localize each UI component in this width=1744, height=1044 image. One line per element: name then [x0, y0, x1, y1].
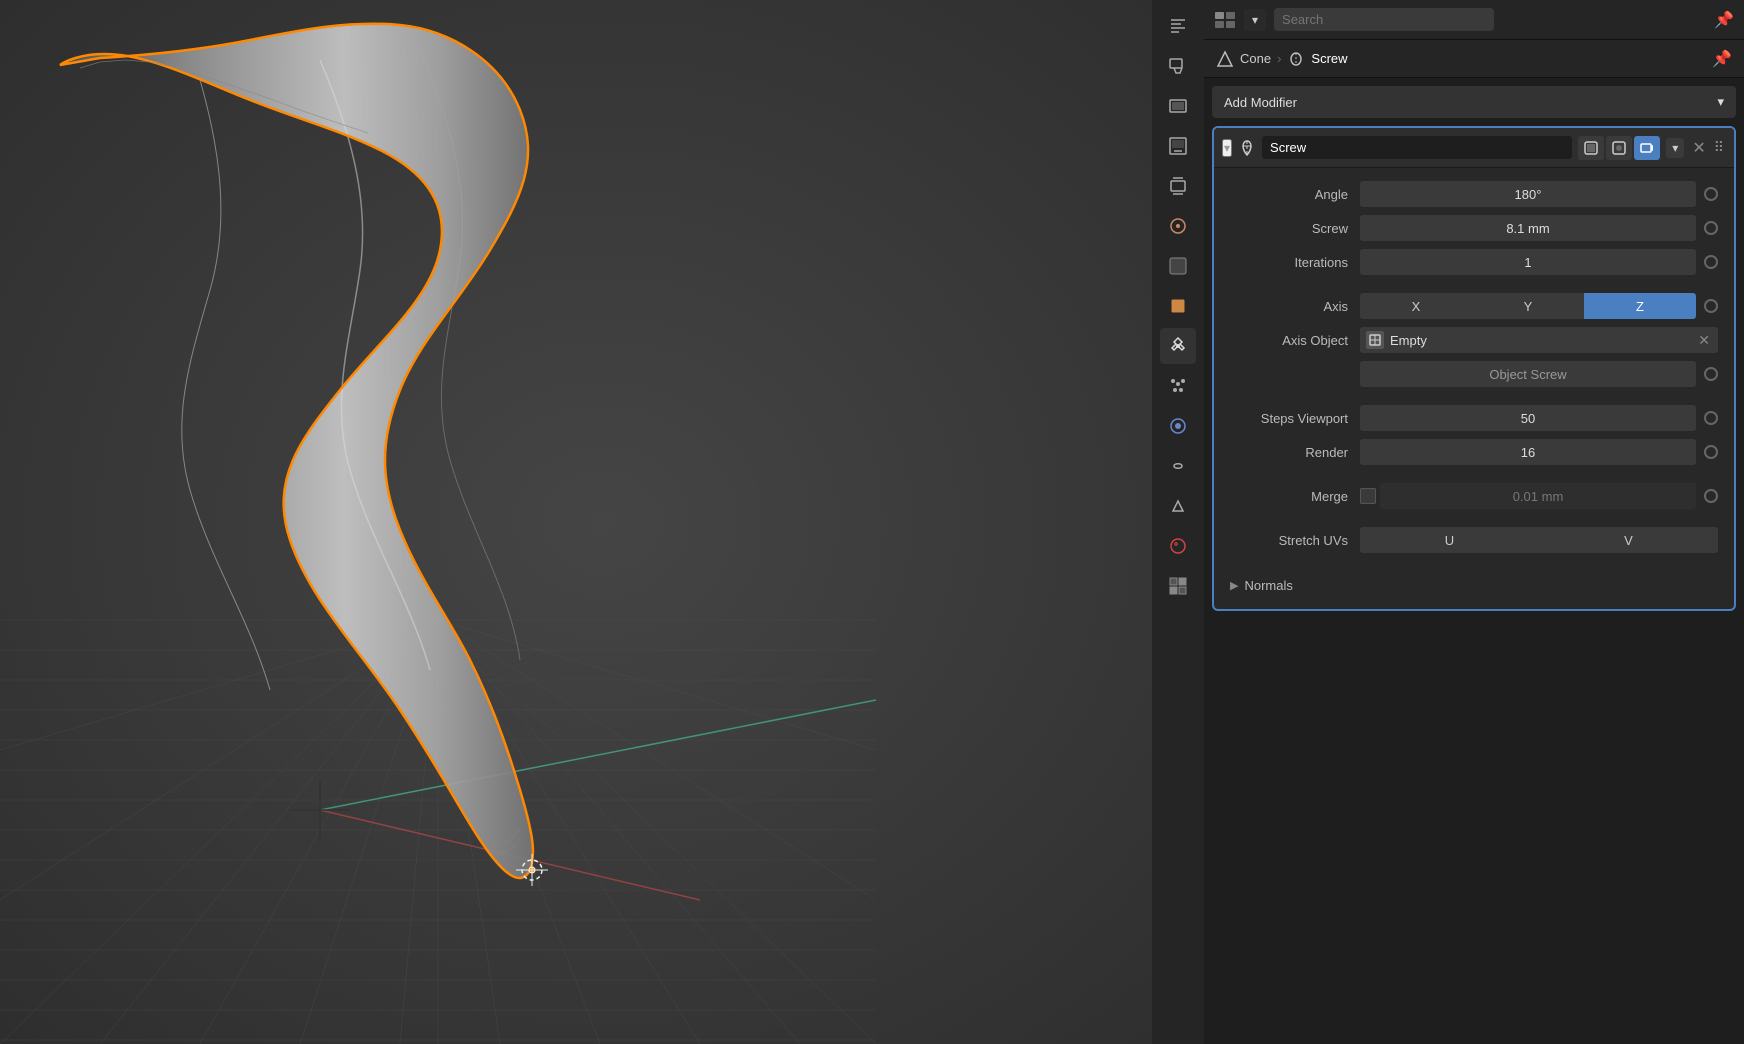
merge-dot[interactable] [1704, 489, 1718, 503]
sidebar-icon-scene-props[interactable] [1160, 208, 1196, 244]
modifier-header: ▾ ▾ [1214, 128, 1734, 168]
screw-label: Screw [1230, 221, 1360, 236]
breadcrumb: Cone › Screw 📌 [1204, 40, 1744, 78]
iterations-dot[interactable] [1704, 255, 1718, 269]
viewport[interactable] [0, 0, 1204, 1044]
stretch-uvs-label: Stretch UVs [1230, 533, 1360, 548]
axis-y-button[interactable]: Y [1472, 293, 1584, 319]
modifier-name-input[interactable] [1262, 136, 1572, 159]
stretch-uvs-row: Stretch UVs U V [1230, 526, 1718, 554]
angle-field[interactable]: 180° [1360, 181, 1696, 207]
realtime-viewport-button[interactable] [1578, 136, 1604, 160]
axis-object-icon [1366, 331, 1384, 349]
normals-section-header[interactable]: ▶ Normals [1230, 570, 1718, 597]
iterations-label: Iterations [1230, 255, 1360, 270]
normals-label: Normals [1244, 578, 1292, 593]
origin-crosshair [290, 780, 350, 840]
add-modifier-dropdown-icon: ▾ [1717, 94, 1724, 110]
render-dot[interactable] [1704, 445, 1718, 459]
render-mode-button[interactable] [1606, 136, 1632, 160]
stretch-v-button[interactable]: V [1539, 527, 1718, 553]
sidebar-icon-particles[interactable] [1160, 368, 1196, 404]
modifier-type-icon [1238, 139, 1256, 157]
merge-label: Merge [1230, 489, 1360, 504]
screw-modifier-card: ▾ ▾ [1212, 126, 1736, 611]
search-input[interactable] [1274, 8, 1494, 31]
object-screw-field[interactable]: Object Screw [1360, 361, 1696, 387]
pin-icon[interactable]: 📌 [1714, 10, 1734, 30]
normals-chevron: ▶ [1230, 579, 1238, 592]
sidebar-icon-object-data[interactable] [1160, 488, 1196, 524]
axis-object-value: Empty [1390, 333, 1690, 348]
sidebar-icon-object[interactable] [1160, 288, 1196, 324]
sidebar-icon-scene[interactable] [1160, 48, 1196, 84]
angle-label: Angle [1230, 187, 1360, 202]
screw-row: Screw 8.1 mm [1230, 214, 1718, 242]
viewport-scene [0, 0, 876, 1044]
sidebar-icon-physics[interactable] [1160, 408, 1196, 444]
axis-row: Axis X Y Z [1230, 292, 1718, 320]
steps-viewport-dot[interactable] [1704, 411, 1718, 425]
modifier-options-dropdown[interactable]: ▾ [1666, 138, 1684, 158]
modifier-view-icons [1578, 136, 1660, 160]
panel-view-icon[interactable] [1214, 11, 1236, 29]
iterations-field[interactable]: 1 [1360, 249, 1696, 275]
sidebar-icon-view-layer[interactable] [1160, 168, 1196, 204]
stretch-u-button[interactable]: U [1360, 527, 1539, 553]
cone-icon [1216, 50, 1234, 68]
axis-z-button[interactable]: Z [1584, 293, 1696, 319]
modifier-collapse-button[interactable]: ▾ [1222, 139, 1232, 157]
axis-object-field[interactable]: Empty ✕ [1360, 327, 1718, 353]
render-row: Render 16 [1230, 438, 1718, 466]
axis-object-label: Axis Object [1230, 333, 1360, 348]
axis-group: X Y Z [1360, 293, 1696, 319]
object-screw-value: Object Screw [1489, 367, 1566, 382]
view-options-dropdown[interactable]: ▾ [1244, 9, 1266, 31]
add-modifier-label: Add Modifier [1224, 95, 1297, 110]
panel-pin-icon[interactable]: 📌 [1712, 49, 1732, 69]
merge-value-field[interactable]: 0.01 mm [1380, 483, 1696, 509]
merge-checkbox[interactable] [1360, 488, 1376, 504]
render-field[interactable]: 16 [1360, 439, 1696, 465]
properties-panel: ▾ 📌 Cone › Screw 📌 Add Modifier ▾ ▾ [1204, 0, 1744, 1044]
render-label: Render [1230, 445, 1360, 460]
sidebar-icon-world[interactable] [1160, 248, 1196, 284]
object-screw-row: Object Screw [1230, 360, 1718, 388]
steps-viewport-field[interactable]: 50 [1360, 405, 1696, 431]
iterations-row: Iterations 1 [1230, 248, 1718, 276]
axis-label: Axis [1230, 299, 1360, 314]
modifier-body: Angle 180° Screw 8.1 mm Iterations [1214, 168, 1734, 609]
screw-field[interactable]: 8.1 mm [1360, 215, 1696, 241]
axis-object-clear-button[interactable]: ✕ [1696, 330, 1712, 351]
sidebar-icon-tools[interactable] [1160, 8, 1196, 44]
steps-viewport-label: Steps Viewport [1230, 411, 1360, 426]
merge-row: Merge 0.01 mm [1230, 482, 1718, 510]
camera-view-button[interactable] [1634, 136, 1660, 160]
sidebar-icon-material[interactable] [1160, 528, 1196, 564]
steps-viewport-row: Steps Viewport 50 [1230, 404, 1718, 432]
sidebar-icon-constraints[interactable] [1160, 448, 1196, 484]
axis-object-row: Axis Object Empty ✕ [1230, 326, 1718, 354]
breadcrumb-parent[interactable]: Cone [1240, 51, 1271, 66]
modifier-close-button[interactable]: ✕ [1690, 136, 1707, 160]
add-modifier-button[interactable]: Add Modifier ▾ [1212, 86, 1736, 118]
sidebar-icons [1152, 0, 1204, 1044]
sidebar-icon-output[interactable] [1160, 128, 1196, 164]
sidebar-icon-modifier[interactable] [1160, 328, 1196, 364]
modifier-drag-handle[interactable]: ⠿ [1714, 139, 1726, 156]
breadcrumb-separator: › [1277, 51, 1281, 66]
axis-dot[interactable] [1704, 299, 1718, 313]
stretch-uvs-group: U V [1360, 527, 1718, 553]
angle-dot[interactable] [1704, 187, 1718, 201]
sidebar-icon-texture[interactable] [1160, 568, 1196, 604]
panel-topbar: ▾ 📌 [1204, 0, 1744, 40]
screw-breadcrumb-icon [1287, 50, 1305, 68]
panel-content[interactable]: Add Modifier ▾ ▾ [1204, 78, 1744, 1044]
axis-x-button[interactable]: X [1360, 293, 1472, 319]
sidebar-icon-render[interactable] [1160, 88, 1196, 124]
angle-row: Angle 180° [1230, 180, 1718, 208]
screw-dot[interactable] [1704, 221, 1718, 235]
object-screw-dot[interactable] [1704, 367, 1718, 381]
breadcrumb-current: Screw [1311, 51, 1347, 66]
